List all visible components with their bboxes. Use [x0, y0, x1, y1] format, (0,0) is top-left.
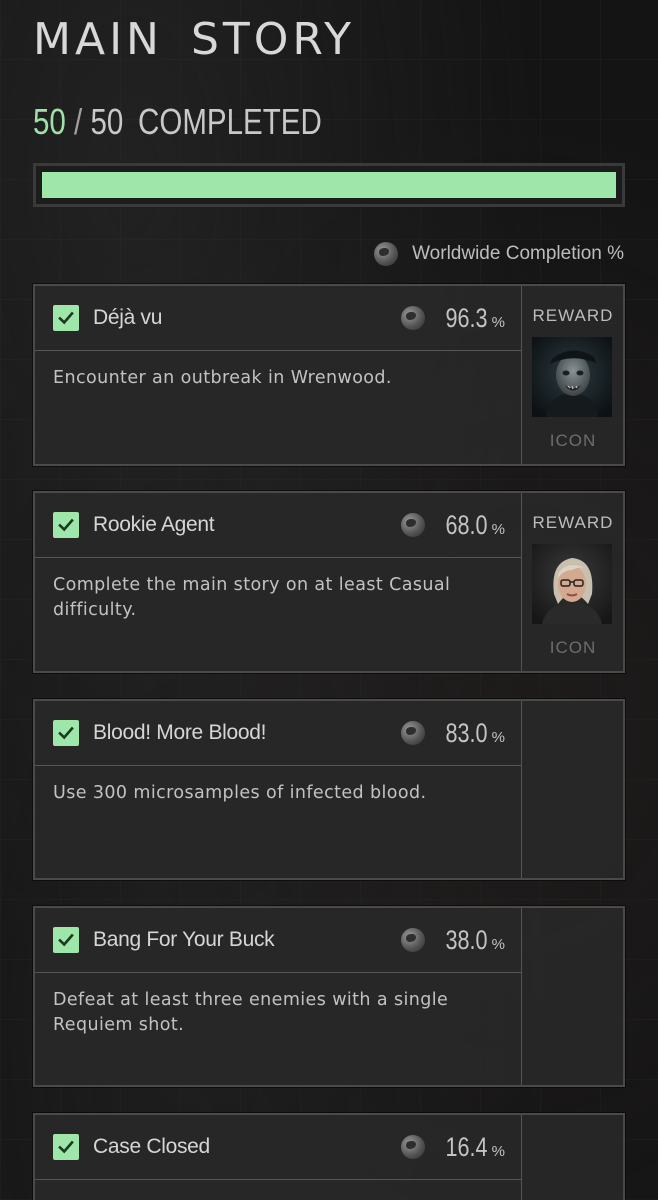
checkmark-icon [58, 518, 74, 532]
achievement-card[interactable]: Bang For Your Buck 38.0 % Defeat at leas… [33, 906, 625, 1087]
worldwide-percent: 83.0 % [401, 718, 505, 749]
completion-count: 50/50 COMPLETED [33, 100, 322, 144]
reward-label: REWARD [532, 513, 614, 532]
count-separator: / [74, 101, 83, 142]
achievement-name: Rookie Agent [93, 513, 215, 536]
checkbox-checked[interactable] [53, 720, 79, 746]
percent-unit: % [491, 728, 505, 746]
percent-value: 16.4 [445, 1131, 488, 1162]
achievement-name: Bang For Your Buck [93, 928, 275, 951]
worldwide-completion-legend: Worldwide Completion % [374, 242, 624, 266]
achievement-card[interactable]: Case Closed 16.4 % [33, 1113, 625, 1200]
achievement-card[interactable]: Rookie Agent 68.0 % Complete the main st… [33, 491, 625, 673]
reward-type: ICON [549, 431, 597, 450]
reward-column [521, 908, 624, 1085]
checkmark-icon [58, 311, 74, 325]
achievement-header: Rookie Agent 68.0 % [35, 493, 521, 558]
percent-value: 68.0 [445, 509, 488, 540]
achievement-description: Use 300 microsamples of infected blood. [53, 783, 427, 803]
achievement-description: Encounter an outbreak in Wrenwood. [53, 368, 392, 388]
checkmark-icon [58, 1140, 74, 1154]
achievement-description: Complete the main story on at least Casu… [53, 575, 451, 620]
checkbox-checked[interactable] [53, 1134, 79, 1160]
globe-icon [401, 928, 426, 952]
achievement-description: Defeat at least three enemies with a sin… [53, 990, 449, 1035]
reward-zombie-portrait-icon[interactable] [532, 337, 612, 417]
percent-unit: % [491, 313, 505, 331]
checkmark-icon [58, 726, 74, 740]
completion-progress-bar [33, 163, 625, 207]
percent-unit: % [491, 935, 505, 953]
globe-icon [374, 242, 399, 266]
completed-label: COMPLETED [138, 101, 322, 142]
percent-value: 38.0 [445, 924, 488, 955]
achievement-header: Bang For Your Buck 38.0 % [35, 908, 521, 973]
reward-column: REWARD ICON [521, 286, 624, 464]
globe-icon [401, 721, 426, 745]
achievement-header: Blood! More Blood! 83.0 % [35, 701, 521, 766]
achievement-card[interactable]: Blood! More Blood! 83.0 % Use 300 micros… [33, 699, 625, 880]
worldwide-label: Worldwide Completion % [412, 243, 624, 264]
reward-column [521, 701, 624, 878]
reward-column: REWARD ICON [521, 493, 624, 671]
achievement-name: Déjà vu [93, 306, 163, 329]
achievement-name: Case Closed [93, 1135, 210, 1158]
worldwide-percent: 96.3 % [401, 303, 505, 334]
checkbox-checked[interactable] [53, 512, 79, 538]
checkbox-checked[interactable] [53, 305, 79, 331]
worldwide-percent: 68.0 % [401, 510, 505, 541]
globe-icon [401, 1135, 426, 1159]
achievement-name: Blood! More Blood! [93, 721, 267, 744]
checkmark-icon [58, 933, 74, 947]
progress-fill [42, 172, 616, 198]
percent-value: 83.0 [445, 717, 488, 748]
achievement-card[interactable]: Déjà vu 96.3 % Encounter an outbreak in … [33, 284, 625, 466]
total-count: 50 [90, 101, 124, 142]
page-title: MAIN STORY [33, 14, 356, 65]
achievement-header: Case Closed 16.4 % [35, 1115, 521, 1180]
achievement-header: Déjà vu 96.3 % [35, 286, 521, 351]
reward-label: REWARD [532, 306, 614, 325]
reward-type: ICON [549, 638, 597, 657]
percent-value: 96.3 [445, 302, 488, 333]
checkbox-checked[interactable] [53, 927, 79, 953]
percent-unit: % [491, 1142, 505, 1160]
reward-column [521, 1115, 624, 1200]
worldwide-percent: 38.0 % [401, 925, 505, 956]
worldwide-percent: 16.4 % [401, 1132, 505, 1163]
reward-agent-portrait-icon[interactable] [532, 544, 612, 624]
percent-unit: % [491, 520, 505, 538]
globe-icon [401, 306, 426, 330]
globe-icon [401, 513, 426, 537]
completed-count: 50 [33, 101, 66, 142]
